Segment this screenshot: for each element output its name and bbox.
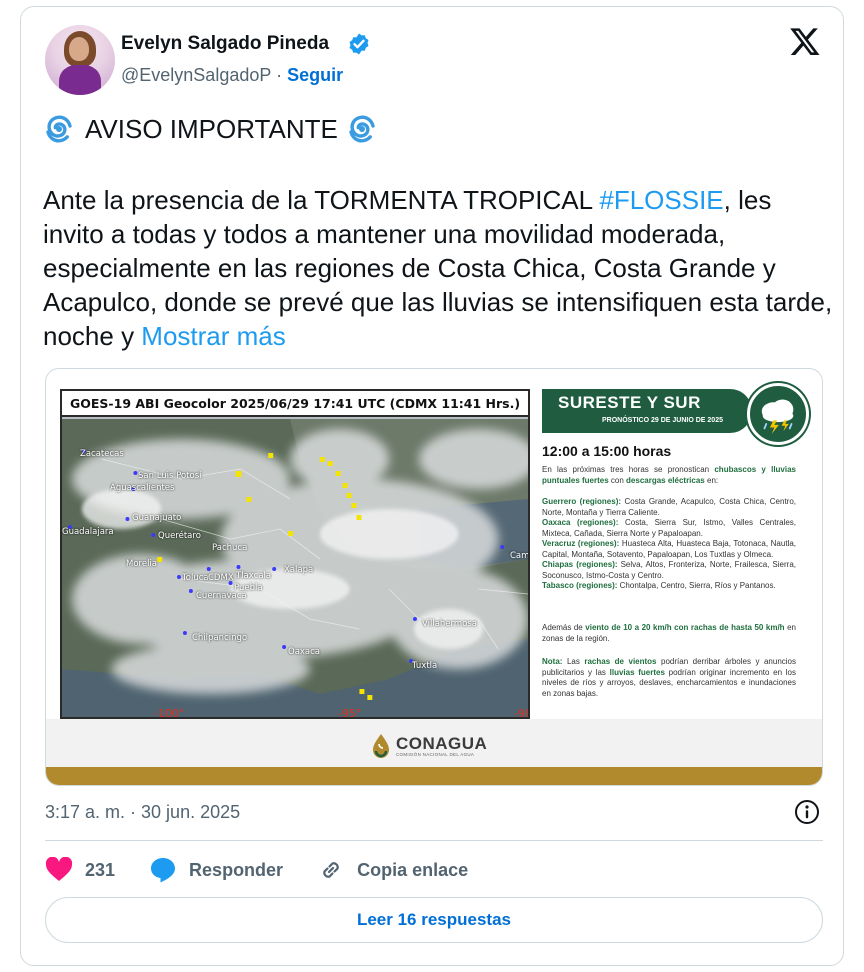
state-item: Chiapas (regiones): Selva, Altos, Fronte… (542, 560, 796, 581)
map-label: Zacatecas (80, 449, 124, 459)
map-label: Chilpancingo (192, 633, 248, 643)
reply-button[interactable]: Responder (149, 856, 283, 884)
intro-text: con (608, 475, 627, 485)
forecast-intro: En las próximas tres horas se pronostica… (542, 465, 796, 486)
author-handle[interactable]: @EvelynSalgadoP (121, 65, 271, 85)
longitude-label: -100° (154, 707, 185, 719)
map-label: Toluca (182, 573, 209, 583)
x-logo-icon[interactable] (789, 25, 821, 57)
state-item: Guerrero (regiones): Costa Grande, Acapu… (542, 497, 796, 518)
time-range: 12:00 a 15:00 horas (542, 443, 672, 459)
avatar[interactable] (45, 25, 115, 95)
state-name: Guerrero (regiones): (542, 497, 622, 506)
wind-text: Además de viento de 10 a 20 km/h con rac… (542, 623, 796, 644)
state-item: Tabasco (regiones): Chontalpa, Centro, S… (542, 581, 796, 592)
copy-link-label: Copia enlace (357, 859, 469, 880)
action-bar: 231 Responder Copia enlace (45, 855, 502, 885)
post-text-part: Ante la presencia de la TORMENTA TROPICA… (43, 185, 600, 215)
intro-text: En las próximas tres horas se pronostica… (542, 465, 715, 474)
gold-band (46, 767, 822, 785)
map-label: San Luis Potosí (138, 471, 202, 481)
note-text: Nota: Las rachas de vientos podrían derr… (542, 657, 796, 699)
reply-bubble-icon (151, 858, 176, 883)
map-label: Campeche (510, 551, 530, 561)
region-banner: SURESTE Y SUR PRONÓSTICO 29 DE JUNIO DE … (542, 389, 752, 433)
map-label: Querétaro (158, 531, 201, 541)
agency-logo: CONAGUA COMISIÓN NACIONAL DEL AGUA (370, 731, 487, 761)
heart-icon (45, 857, 73, 881)
state-name: Tabasco (regiones): (542, 581, 618, 590)
intro-highlight: descargas eléctricas (626, 475, 705, 485)
forecast-date: PRONÓSTICO 29 DE JUNIO DE 2025 (602, 417, 723, 424)
conagua-logo-icon (373, 734, 389, 758)
author-handle-row: @EvelynSalgadoP · Seguir (121, 65, 343, 86)
map-label: Tlaxcala (236, 571, 272, 581)
post-image[interactable]: GOES-19 ABI Geocolor 2025/06/29 17:41 UT… (45, 368, 823, 786)
hashtag-link[interactable]: #FLOSSIE (599, 185, 723, 215)
map-label: Morelia (126, 559, 158, 569)
info-icon[interactable] (793, 798, 821, 826)
cyclone-icon (347, 115, 376, 143)
map-label: CDMX (208, 573, 234, 583)
state-name: Veracruz (regiones): (542, 539, 620, 548)
state-list: Guerrero (regiones): Costa Grande, Acapu… (542, 497, 796, 592)
state-name: Oaxaca (regiones): (542, 518, 619, 527)
map-label: Pachuca (212, 543, 248, 553)
thunderstorm-icon (747, 383, 809, 445)
author-name[interactable]: Evelyn Salgado Pineda (121, 33, 329, 55)
longitude-label: -90° (514, 707, 528, 719)
note-part: Las (562, 657, 585, 666)
longitude-label: -95° (338, 707, 362, 719)
forecast-panel: SURESTE Y SUR PRONÓSTICO 29 DE JUNIO DE … (542, 383, 812, 719)
map-label: Xalapa (284, 565, 314, 575)
state-item: Oaxaca (regiones): Costa, Sierra Sur, Is… (542, 518, 796, 539)
notice-line: AVISO IMPORTANTE (43, 113, 378, 145)
like-count: 231 (85, 859, 116, 880)
separator: · (276, 65, 283, 85)
wind-part: Además de (542, 623, 586, 632)
map-label: Aguascalientes (110, 483, 175, 493)
divider (45, 840, 823, 841)
state-item: Veracruz (regiones): Huasteca Alta, Huas… (542, 539, 796, 560)
note-highlight: lluvias fuertes (609, 667, 665, 677)
reply-label: Responder (189, 859, 284, 880)
like-button[interactable]: 231 (45, 857, 115, 883)
post-card: Evelyn Salgado Pineda @EvelynSalgadoP · … (20, 6, 844, 966)
note-label: Nota: (542, 657, 563, 666)
post-timestamp[interactable]: 3:17 a. m. · 30 jun. 2025 (45, 802, 240, 823)
intro-text: en: (704, 475, 719, 485)
notice-text: AVISO IMPORTANTE (85, 113, 338, 144)
link-icon (323, 862, 339, 878)
wind-highlight: viento de 10 a 20 km/h con rachas de has… (585, 623, 785, 632)
verified-badge-icon (349, 33, 369, 55)
state-name: Chiapas (regiones): (542, 560, 618, 569)
agency-name: CONAGUA (396, 734, 488, 753)
read-replies-button[interactable]: Leer 16 respuestas (45, 897, 823, 943)
map-label: Guanajuato (132, 513, 182, 523)
region-title: SURESTE Y SUR (558, 393, 701, 412)
note-highlight: rachas de vientos (584, 657, 657, 666)
satellite-image: GOES-19 ABI Geocolor 2025/06/29 17:41 UT… (60, 389, 530, 719)
post-text: Ante la presencia de la TORMENTA TROPICA… (43, 183, 833, 353)
map-label: Villahermosa (422, 619, 478, 629)
cyclone-icon (45, 115, 73, 143)
follow-button[interactable]: Seguir (287, 65, 343, 85)
state-detail: Chontalpa, Centro, Sierra, Ríos y Pantan… (617, 581, 776, 590)
map-label: Cuernavaca (196, 591, 247, 601)
satellite-title: GOES-19 ABI Geocolor 2025/06/29 17:41 UT… (62, 391, 528, 417)
show-more-link[interactable]: Mostrar más (141, 321, 285, 351)
map-label: Guadalajara (62, 527, 114, 537)
agency-subtitle: COMISIÓN NACIONAL DEL AGUA (396, 752, 475, 757)
copy-link-button[interactable]: Copia enlace (317, 856, 468, 884)
map-label: Tuxtla (412, 661, 438, 671)
map-label: Oaxaca (288, 647, 321, 657)
